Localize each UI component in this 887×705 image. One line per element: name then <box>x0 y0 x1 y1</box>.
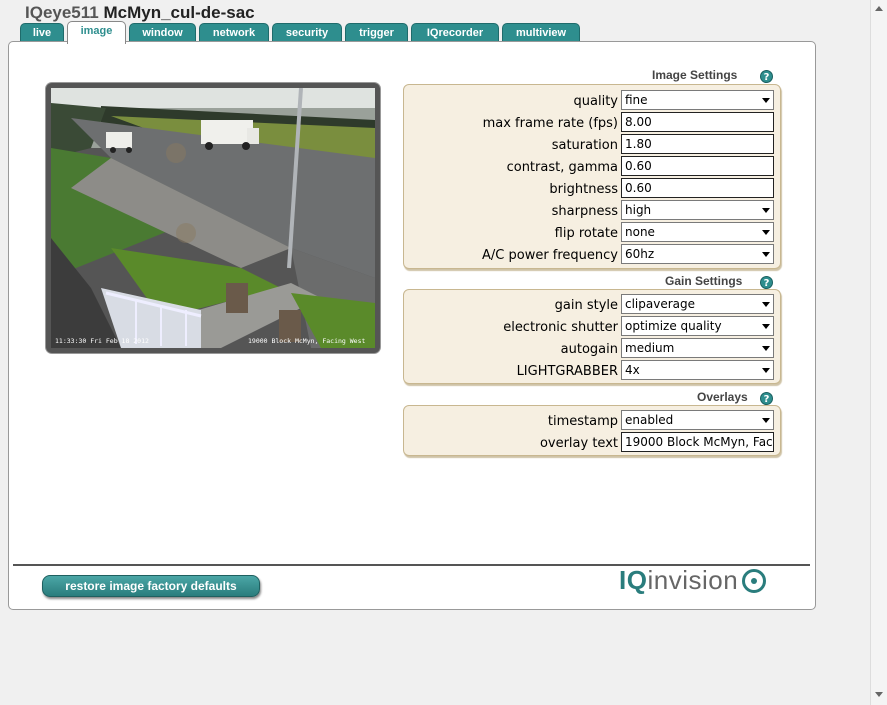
lightgrabber-row: LIGHTGRABBER 4x <box>404 360 780 380</box>
tab-image[interactable]: image <box>67 21 126 44</box>
ac-power-frequency-value: 60hz <box>625 247 655 261</box>
restore-factory-defaults-button[interactable]: restore image factory defaults <box>42 575 260 597</box>
lightgrabber-value: 4x <box>625 363 640 377</box>
electronic-shutter-value: optimize quality <box>625 319 722 333</box>
tab-network[interactable]: network <box>199 23 269 42</box>
chevron-down-icon <box>762 208 770 213</box>
contrast-gamma-row: contrast, gamma <box>404 156 780 176</box>
overlay-text-label: overlay text <box>539 436 618 451</box>
sharpness-row: sharpness high <box>404 200 780 220</box>
sharpness-select[interactable]: high <box>621 200 774 220</box>
logo-iq: IQ <box>619 565 648 595</box>
saturation-label: saturation <box>551 138 618 153</box>
gain-style-label: gain style <box>554 298 618 313</box>
vertical-scrollbar[interactable] <box>870 0 887 705</box>
chevron-down-icon <box>762 418 770 423</box>
chevron-down-icon <box>762 98 770 103</box>
overlays-title: Overlays <box>697 390 748 404</box>
scroll-down-icon[interactable] <box>875 692 883 697</box>
electronic-shutter-label: electronic shutter <box>503 320 618 335</box>
tab-trigger[interactable]: trigger <box>345 23 408 42</box>
ac-power-frequency-label: A/C power frequency <box>482 248 618 263</box>
camera-name: McMyn_cul-de-sac <box>103 3 255 22</box>
sharpness-label: sharpness <box>551 204 618 219</box>
gain-settings-box: gain style clipaverage electronic shutte… <box>403 289 781 384</box>
quality-select[interactable]: fine <box>621 90 774 110</box>
saturation-input[interactable] <box>621 134 774 154</box>
contrast-gamma-label: contrast, gamma <box>506 160 618 175</box>
help-icon[interactable]: ? <box>760 276 773 289</box>
tab-multiview[interactable]: multiview <box>502 23 580 42</box>
image-settings-title: Image Settings <box>652 68 738 82</box>
brightness-label: brightness <box>549 182 618 197</box>
camera-image: 11:33:30 Fri Feb 18 2012 19000 Block McM… <box>51 88 375 348</box>
timestamp-value: enabled <box>625 413 674 427</box>
quality-value: fine <box>625 93 648 107</box>
chevron-down-icon <box>762 302 770 307</box>
chevron-down-icon <box>762 230 770 235</box>
overlay-text-input[interactable] <box>621 432 774 452</box>
electronic-shutter-select[interactable]: optimize quality <box>621 316 774 336</box>
chevron-down-icon <box>762 368 770 373</box>
ac-power-frequency-row: A/C power frequency 60hz <box>404 244 780 264</box>
flip-rotate-value: none <box>625 225 655 239</box>
tab-live[interactable]: live <box>20 23 64 42</box>
flip-rotate-row: flip rotate none <box>404 222 780 242</box>
overlays-box: timestamp enabled overlay text <box>403 405 781 456</box>
ac-power-frequency-select[interactable]: 60hz <box>621 244 774 264</box>
overlay-label: 19000 Block McMyn, Facing West <box>248 337 365 345</box>
tab-window[interactable]: window <box>129 23 196 42</box>
camera-model: IQeye511 <box>25 3 99 22</box>
gain-style-value: clipaverage <box>625 297 696 311</box>
quality-label: quality <box>573 94 618 109</box>
help-icon[interactable]: ? <box>760 392 773 405</box>
page-title: IQeye511 McMyn_cul-de-sac <box>25 3 255 23</box>
iqinvision-logo-icon: IQinvision <box>619 565 738 597</box>
sharpness-value: high <box>625 203 652 217</box>
lightgrabber-select[interactable]: 4x <box>621 360 774 380</box>
gain-style-row: gain style clipaverage <box>404 294 780 314</box>
contrast-gamma-input[interactable] <box>621 156 774 176</box>
max-frame-rate-label: max frame rate (fps) <box>482 116 618 131</box>
max-frame-rate-input[interactable] <box>621 112 774 132</box>
electronic-shutter-row: electronic shutter optimize quality <box>404 316 780 336</box>
logo-invision: invision <box>647 565 739 595</box>
camera-preview[interactable]: 11:33:30 Fri Feb 18 2012 19000 Block McM… <box>46 83 380 353</box>
lightgrabber-label: LIGHTGRABBER <box>516 364 618 379</box>
gain-style-select[interactable]: clipaverage <box>621 294 774 314</box>
logo-q-icon <box>742 569 766 593</box>
chevron-down-icon <box>762 252 770 257</box>
tab-iqrecorder[interactable]: IQrecorder <box>411 23 499 42</box>
autogain-value: medium <box>625 341 675 355</box>
flip-rotate-select[interactable]: none <box>621 222 774 242</box>
timestamp-row: timestamp enabled <box>404 410 780 430</box>
max-frame-rate-row: max frame rate (fps) <box>404 112 780 132</box>
saturation-row: saturation <box>404 134 780 154</box>
autogain-select[interactable]: medium <box>621 338 774 358</box>
autogain-row: autogain medium <box>404 338 780 358</box>
scroll-up-icon[interactable] <box>875 6 883 11</box>
autogain-label: autogain <box>560 342 618 357</box>
timestamp-label: timestamp <box>547 414 618 429</box>
quality-row: quality fine <box>404 90 780 110</box>
gain-settings-title: Gain Settings <box>665 274 743 288</box>
timestamp-select[interactable]: enabled <box>621 410 774 430</box>
image-settings-box: quality fine max frame rate (fps) satura… <box>403 84 781 269</box>
overlay-text-row: overlay text <box>404 432 780 452</box>
chevron-down-icon <box>762 324 770 329</box>
tab-security[interactable]: security <box>272 23 342 42</box>
overlay-timestamp: 11:33:30 Fri Feb 18 2012 <box>55 337 149 345</box>
chevron-down-icon <box>762 346 770 351</box>
help-icon[interactable]: ? <box>760 70 773 83</box>
flip-rotate-label: flip rotate <box>554 226 618 241</box>
brightness-row: brightness <box>404 178 780 198</box>
brightness-input[interactable] <box>621 178 774 198</box>
